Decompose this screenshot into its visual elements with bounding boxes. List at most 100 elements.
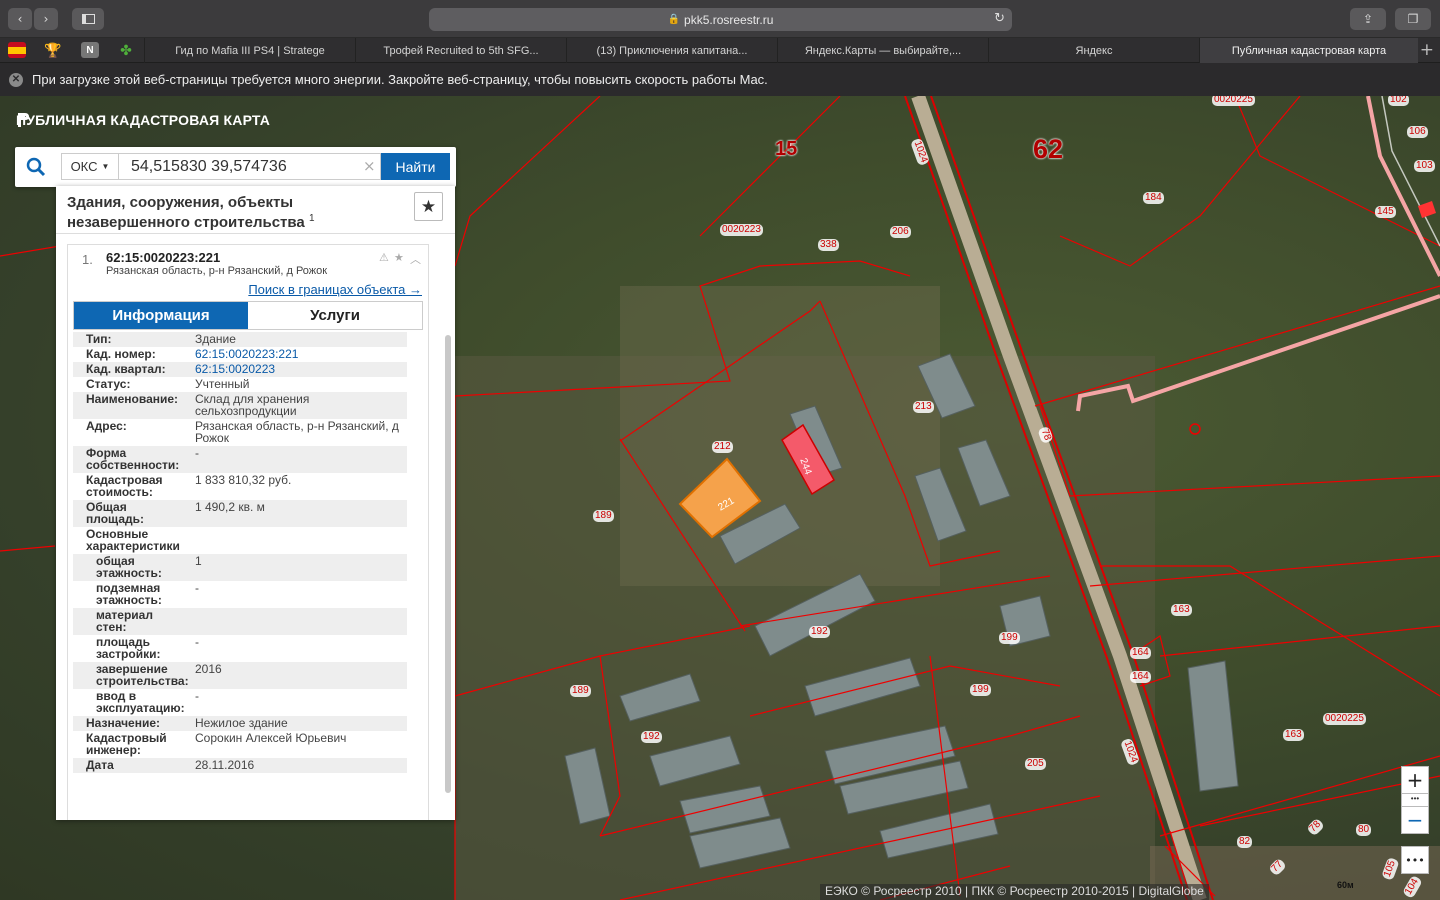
zoom-level-dots: ••• (1401, 794, 1429, 806)
favorite-star-button[interactable]: ★ (414, 192, 443, 221)
attribute-value: Рязанская область, р-н Рязанский, д Рожо… (195, 419, 399, 445)
tab-services[interactable]: Услуги (248, 302, 422, 329)
info-panel: Здания, сооружения, объекты незавершенно… (56, 186, 455, 820)
address-bar[interactable]: 🔒 pkk5.rosreestr.ru ↻ (429, 8, 1012, 31)
map-credits: ЕЭКО © Росреестр 2010 | ПКК © Росреестр … (820, 884, 1209, 900)
attribute-key: площадь застройки: (96, 635, 161, 661)
search-box: ОКС ▼ × Найти (15, 147, 456, 187)
card-tabs: Информация Услуги (73, 301, 423, 330)
frog-icon[interactable]: ✤ (117, 42, 135, 58)
attribute-key: Форма собственности: (86, 446, 180, 472)
object-type-select[interactable]: ОКС ▼ (61, 153, 118, 180)
tab-cadastral-map[interactable]: Публичная кадастровая карта (1199, 38, 1418, 63)
tab-mafia[interactable]: Гид по Mafia III PS4 | Stratege (144, 38, 355, 63)
clear-search-icon[interactable]: × (363, 157, 376, 175)
parcel-label: 189 (570, 685, 591, 697)
small-parcel (1418, 201, 1436, 218)
tab-strip: 🏆 N ✤ Гид по Mafia III PS4 | Stratege Тр… (0, 38, 1440, 63)
attribute-value: - (195, 581, 199, 595)
browser-toolbar: ‹ › 🔒 pkk5.rosreestr.ru ↻ ⇪ ❐ (0, 0, 1440, 38)
attribute-row: общая этажность: 1 (73, 554, 407, 581)
attribute-key: Статус: (86, 377, 131, 391)
attribute-row: Кад. квартал: 62:15:0020223 (73, 362, 407, 377)
zoom-in-button[interactable]: + (1401, 766, 1429, 794)
attribute-value: 28.11.2016 (195, 758, 255, 772)
attribute-row: подземная этажность: - (73, 581, 407, 608)
attribute-key: Назначение: (86, 716, 161, 730)
parcel-label: 82 (1237, 836, 1253, 848)
share-button[interactable]: ⇪ (1350, 8, 1386, 30)
result-address: Рязанская область, р-н Рязанский, д Рожо… (106, 265, 328, 277)
back-button[interactable]: ‹ (8, 8, 32, 30)
trophy-icon[interactable]: 🏆 (44, 42, 62, 58)
search-within-boundaries-link[interactable]: Поиск в границах объекта → (248, 282, 422, 297)
attribute-row: Адрес: Рязанская область, р-н Рязанский, … (73, 419, 407, 446)
more-tools-button[interactable]: ••• (1401, 846, 1429, 874)
parcel-label: 103 (1414, 160, 1435, 172)
tab-trophy[interactable]: Трофей Recruited to 5th SFG... (355, 38, 566, 63)
tab-captain[interactable]: (13) Приключения капитана... (566, 38, 777, 63)
attribute-key: подземная этажность: (96, 581, 162, 607)
attribute-row: материал стен: (73, 608, 407, 635)
tabs-overview-button[interactable]: ❐ (1395, 8, 1431, 30)
attribute-key: Общая площадь: (86, 500, 144, 526)
parcel-label: 205 (1025, 758, 1046, 770)
attribute-value: - (195, 635, 199, 649)
warning-icon[interactable]: ⚠ (379, 251, 389, 264)
new-tab-button[interactable]: + (1420, 40, 1434, 60)
spain-flag-icon[interactable] (8, 42, 26, 58)
warning-text: При загрузке этой веб-страницы требуется… (32, 72, 768, 87)
panel-heading: Здания, сооружения, объекты незавершенно… (67, 195, 387, 231)
parcel-label: 338 (818, 239, 839, 251)
object-type-value: ОКС (70, 159, 98, 174)
share-icon: ⇪ (1362, 12, 1374, 26)
tab-information[interactable]: Информация (74, 302, 248, 329)
find-button[interactable]: Найти (381, 153, 450, 180)
attribute-key: Кад. квартал: (86, 362, 166, 376)
map-view[interactable]: 0020225 102 106 103 184 145 1024 0020223… (0, 96, 1440, 900)
attribute-value-link[interactable]: 62:15:0020223:221 (182, 348, 298, 360)
attribute-key: Дата (86, 758, 114, 772)
attribute-row: завершение строительства: 2016 (73, 662, 407, 689)
attribute-value: Здание (195, 332, 236, 346)
tab-yandex[interactable]: Яндекс (988, 38, 1199, 63)
star-icon[interactable]: ★ (394, 251, 404, 264)
cadastral-district-label: 62 (1033, 134, 1064, 164)
attribute-row: Наименование: Склад для хранения сельхозп… (73, 392, 407, 419)
attribute-key: Наименование: (86, 392, 179, 406)
search-icon[interactable] (26, 157, 46, 177)
attribute-value: Склад для хранения сельхозпродукции (195, 392, 310, 418)
parcel-label: 0020223 (720, 224, 763, 236)
attribute-value: 1 490,2 кв. м (195, 500, 265, 514)
attribute-row: площадь застройки: - (73, 635, 407, 662)
parcel-label: 199 (999, 632, 1020, 644)
tabs-icon: ❐ (1407, 12, 1419, 26)
chevron-up-icon[interactable]: ︿ (410, 251, 421, 267)
panel-scrollbar[interactable] (445, 335, 451, 793)
attribute-row: Кадастровый инженер: Сорокин Алексей Юрье… (73, 731, 407, 758)
n-icon[interactable]: N (81, 42, 99, 58)
coordinates-search-input[interactable] (118, 153, 381, 180)
attribute-key: Кадастровый инженер: (86, 731, 167, 757)
parcel-label: 189 (593, 510, 614, 522)
forward-button[interactable]: › (34, 8, 58, 30)
attribute-value: - (195, 446, 199, 460)
tab-yandex-maps[interactable]: Яндекс.Карты — выбирайте,... (777, 38, 988, 63)
close-warning-icon[interactable]: ✕ (9, 72, 23, 87)
zoom-out-button[interactable]: − (1401, 806, 1429, 834)
attribute-key: Тип: (86, 332, 112, 346)
attribute-table: Тип: Здание Кад. номер: 62:15:0020223:221 Ка… (73, 332, 407, 773)
attribute-row: Основные характеристики (73, 527, 407, 554)
result-count: 1 (308, 213, 315, 224)
point-marker (1189, 423, 1201, 435)
url-text: pkk5.rosreestr.ru (684, 12, 774, 27)
result-index: 1. (82, 252, 93, 267)
parcel-label: 106 (1407, 126, 1428, 138)
parcel-label: 212 (712, 441, 733, 453)
attribute-value: 2016 (195, 662, 222, 676)
parcel-label: 145 (1375, 206, 1396, 218)
attribute-value-link[interactable]: 62:15:0020223 (182, 363, 275, 375)
panel-heading-text: Здания, сооружения, объекты незавершенно… (67, 194, 305, 231)
sidebar-toggle-button[interactable] (72, 8, 104, 30)
reload-icon[interactable]: ↻ (994, 11, 1005, 26)
